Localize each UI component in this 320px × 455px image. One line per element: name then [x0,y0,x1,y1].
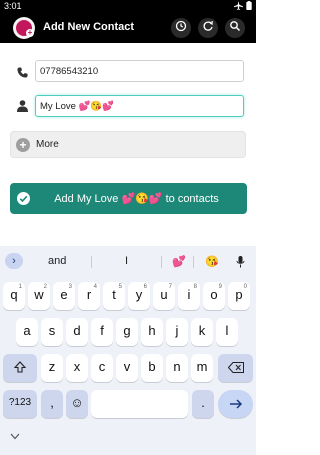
key-t-label: t [112,287,116,302]
key-t[interactable]: t5 [103,282,125,310]
key-n[interactable]: n [166,354,188,382]
key-c[interactable]: c [91,354,113,382]
battery-icon [246,1,252,12]
phone-field[interactable]: 07786543210 [35,60,244,82]
comma-key[interactable]: , [41,390,63,418]
more-toggle[interactable]: + More [10,131,246,158]
emoji-key[interactable]: ☺ [66,390,88,418]
refresh-icon [202,19,214,37]
symbols-key[interactable]: ?123 [3,390,37,418]
emoji-icon: ☺ [70,395,84,410]
period-key[interactable]: . [192,390,214,418]
plus-circle-icon: + [16,138,30,152]
key-o[interactable]: o9 [203,282,225,310]
key-h[interactable]: h [141,318,163,346]
arrow-right-icon [229,397,243,412]
add-to-contacts-button[interactable]: Add My Love 💕😘💕 to contacts [10,183,247,214]
history-button[interactable] [171,18,191,38]
key-e-hint: 3 [68,284,72,290]
shift-key[interactable] [3,354,37,382]
suggestion-emoji-1[interactable]: 💕 [172,255,186,268]
app-logo-icon: + [13,17,35,39]
clock-icon [175,19,187,37]
key-i-hint: 8 [193,284,197,290]
search-button[interactable] [225,18,245,38]
more-label: More [36,139,59,150]
suggestion-emoji-2[interactable]: 😘 [205,255,219,268]
person-icon [17,99,28,117]
key-u-hint: 7 [168,284,172,290]
app-bar: + Add New Contact [0,13,256,43]
key-k[interactable]: k [191,318,213,346]
key-v[interactable]: v [116,354,138,382]
key-s[interactable]: s [41,318,63,346]
key-i[interactable]: i8 [178,282,200,310]
enter-key[interactable] [218,390,253,418]
key-m[interactable]: m [191,354,213,382]
add-button-label: Add My Love 💕😘💕 to contacts [54,193,219,205]
key-o-hint: 9 [218,284,222,290]
key-i-label: i [187,287,191,302]
shift-icon [13,361,27,376]
key-l[interactable]: l [216,318,238,346]
key-r[interactable]: r4 [78,282,100,310]
key-d[interactable]: d [66,318,88,346]
microphone-icon[interactable] [236,255,245,273]
key-w-hint: 2 [43,284,47,290]
backspace-key[interactable] [218,354,253,382]
key-q[interactable]: q1 [3,282,25,310]
key-j[interactable]: j [166,318,188,346]
expand-toolbar-button[interactable]: › [5,253,23,269]
hide-keyboard-icon[interactable] [10,432,20,442]
key-f[interactable]: f [91,318,113,346]
backspace-icon [227,361,244,376]
suggestion-1[interactable]: and [48,255,66,267]
key-a[interactable]: a [16,318,38,346]
phone-icon [17,65,28,83]
key-p-hint: 0 [243,284,247,290]
space-key[interactable] [91,390,188,418]
key-z[interactable]: z [41,354,63,382]
airplane-mode-icon [234,1,243,12]
key-y-hint: 6 [143,284,147,290]
key-u-label: u [160,287,168,302]
key-o-label: o [210,287,218,302]
key-y[interactable]: y6 [128,282,150,310]
key-q-label: q [10,287,18,302]
key-u[interactable]: u7 [153,282,175,310]
key-p[interactable]: p0 [228,282,250,310]
key-t-hint: 5 [118,284,122,290]
key-x[interactable]: x [66,354,88,382]
key-w-label: w [34,287,44,302]
key-y-label: y [135,287,143,302]
status-icons [234,1,252,12]
status-bar: 3:01 [0,0,256,13]
name-field[interactable]: My Love 💕😘💕 [35,95,244,117]
soft-keyboard: › and I 💕 😘 q1 w2 e3 r4 t5 y6 u7 i8 o9 p… [0,246,256,455]
suggestion-strip: › and I 💕 😘 [0,246,256,276]
key-b[interactable]: b [141,354,163,382]
search-icon [229,19,241,37]
key-e[interactable]: e3 [53,282,75,310]
key-r-hint: 4 [93,284,97,290]
suggestion-2[interactable]: I [125,255,128,267]
key-g[interactable]: g [116,318,138,346]
key-p-label: p [235,287,243,302]
page-title: Add New Contact [43,21,135,33]
key-w[interactable]: w2 [28,282,50,310]
key-e-label: e [60,287,68,302]
key-q-hint: 1 [18,284,22,290]
status-time: 3:01 [4,1,22,11]
refresh-button[interactable] [198,18,218,38]
key-r-label: r [86,287,92,302]
